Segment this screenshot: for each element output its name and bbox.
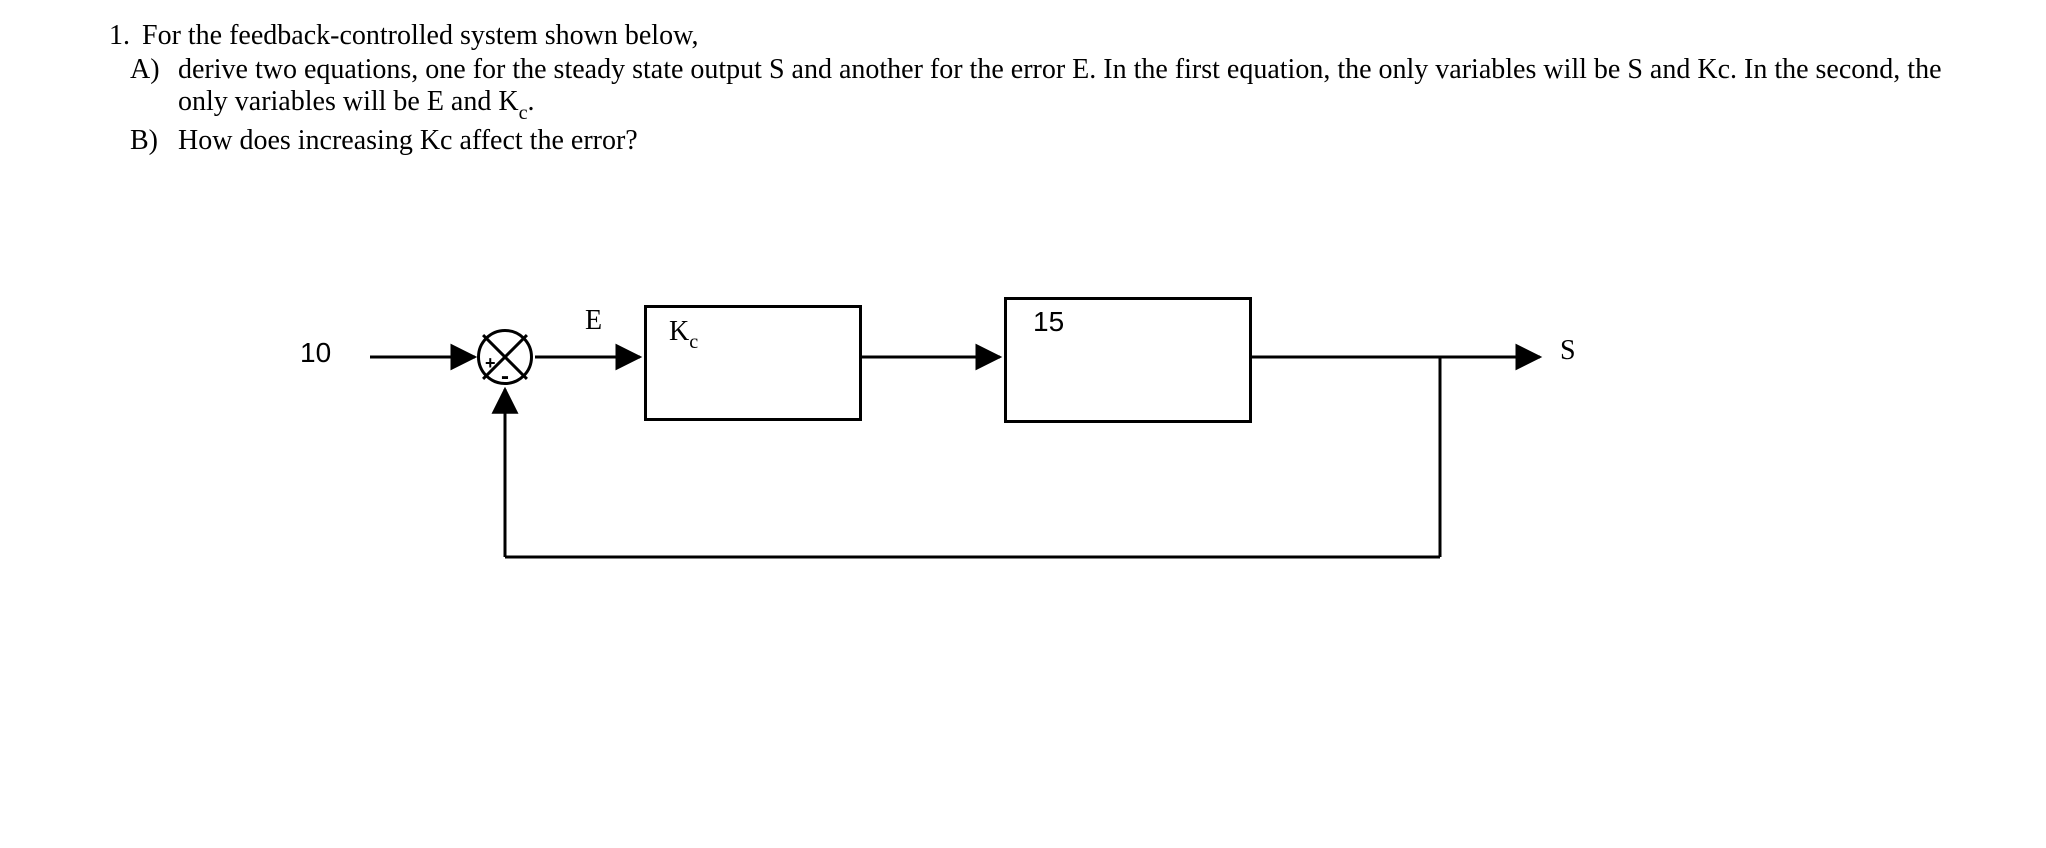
question-stem-text: For the feedback-controlled system shown…: [142, 20, 699, 52]
controller-label: Kc: [669, 316, 698, 353]
controller-block: Kc: [644, 305, 862, 421]
summing-junction: + -: [477, 329, 533, 385]
summer-minus-label: -: [501, 363, 509, 391]
question-number: 1.: [80, 20, 142, 52]
process-block: 15: [1004, 297, 1252, 423]
part-text-b: How does increasing Kc affect the error?: [178, 125, 1966, 157]
block-diagram: 10 + - E Kc 15 S: [260, 227, 1860, 677]
question-parts: A) derive two equations, one for the ste…: [130, 54, 1966, 157]
question-part-b: B) How does increasing Kc affect the err…: [130, 125, 1966, 157]
part-text-a: derive two equations, one for the steady…: [178, 54, 1966, 123]
question-part-a: A) derive two equations, one for the ste…: [130, 54, 1966, 123]
question: 1. For the feedback-controlled system sh…: [80, 20, 1966, 157]
part-marker-a: A): [130, 54, 178, 86]
part-marker-b: B): [130, 125, 178, 157]
process-label: 15: [1033, 306, 1064, 338]
error-label: E: [585, 305, 602, 337]
question-stem-row: 1. For the feedback-controlled system sh…: [80, 20, 1966, 52]
summer-plus-label: +: [485, 353, 496, 374]
diagram-wires: [260, 227, 1860, 677]
input-label: 10: [300, 337, 331, 369]
output-label: S: [1560, 335, 1576, 367]
